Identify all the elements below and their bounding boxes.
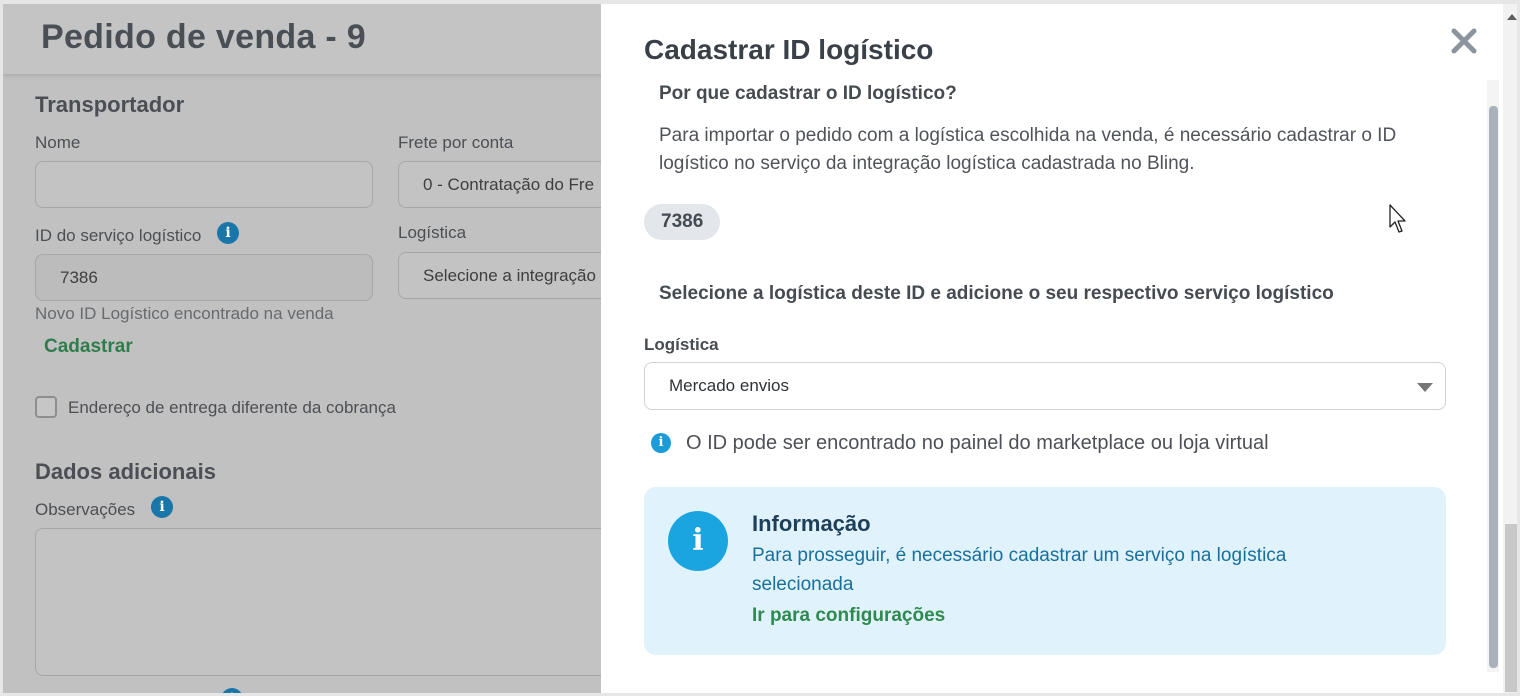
info-icon: i — [668, 511, 728, 571]
chevron-down-icon — [1417, 383, 1433, 392]
configuracoes-link[interactable]: Ir para configurações — [752, 605, 945, 627]
logistica-select[interactable]: Mercado envios — [644, 362, 1446, 410]
nome-label: Nome — [35, 133, 81, 152]
id-servico-field[interactable]: 7386 — [35, 254, 373, 301]
info-icon: i — [651, 433, 671, 453]
close-button[interactable] — [1447, 24, 1481, 58]
modal-body: Por que cadastrar o ID logístico? Para i… — [601, 80, 1481, 693]
id-hint: Novo ID Logístico encontrado na venda — [35, 304, 334, 323]
select-logistics-title: Selecione a logística deste ID e adicion… — [659, 283, 1334, 304]
app-frame: Pedido de venda - 9 Transportador Nome F… — [0, 0, 1520, 696]
question-title: Por que cadastrar o ID logístico? — [659, 83, 957, 104]
endereco-checkbox[interactable] — [35, 396, 57, 418]
section-title-dados-adicionais: Dados adicionais — [35, 459, 216, 484]
close-icon — [1451, 28, 1477, 54]
cadastrar-link[interactable]: Cadastrar — [44, 336, 133, 358]
logistica-selected-value: Mercado envios — [669, 376, 790, 395]
id-pill: 7386 — [644, 204, 721, 240]
observacoes-label: Observações — [35, 500, 136, 519]
logistica-select[interactable]: Selecione a integração — [398, 252, 618, 299]
scroll-up-icon[interactable] — [1507, 14, 1517, 20]
info-icon[interactable]: i — [221, 688, 243, 693]
modal-scrollbar-thumb[interactable] — [1489, 106, 1498, 668]
section-title-transportador: Transportador — [35, 92, 185, 117]
info-icon[interactable]: i — [151, 496, 173, 518]
id-hint-text: O ID pode ser encontrado no painel do ma… — [686, 431, 1269, 454]
logistica-label: Logística — [398, 223, 467, 242]
info-alert: i Informação Para prosseguir, é necessár… — [644, 487, 1446, 655]
info-icon[interactable]: i — [217, 222, 239, 244]
endereco-checkbox-label: Endereço de entrega diferente da cobranç… — [68, 398, 396, 417]
id-servico-label: ID do serviço logístico — [35, 226, 202, 245]
modal-title: Cadastrar ID logístico — [644, 34, 934, 65]
nome-field[interactable] — [35, 161, 373, 208]
observacoes-textarea[interactable] — [35, 528, 635, 676]
frete-select[interactable]: 0 - Contratação do Fre — [398, 161, 618, 208]
page-scrollbar-thumb[interactable] — [1505, 524, 1517, 692]
explanation-paragraph: Para importar o pedido com a logística e… — [659, 125, 1397, 174]
cadastrar-id-modal: Cadastrar ID logístico Por que cadastrar… — [601, 4, 1503, 693]
page-title: Pedido de venda - 9 — [41, 18, 366, 56]
logistica-label: Logística — [644, 335, 719, 354]
id-hint-row: i O ID pode ser encontrado no painel do … — [651, 431, 1269, 455]
frete-label: Frete por conta — [398, 133, 514, 152]
alert-title: Informação — [752, 511, 871, 536]
mouse-cursor-icon — [1389, 204, 1406, 233]
alert-text: Para prosseguir, é necessário cadastrar … — [752, 545, 1287, 595]
